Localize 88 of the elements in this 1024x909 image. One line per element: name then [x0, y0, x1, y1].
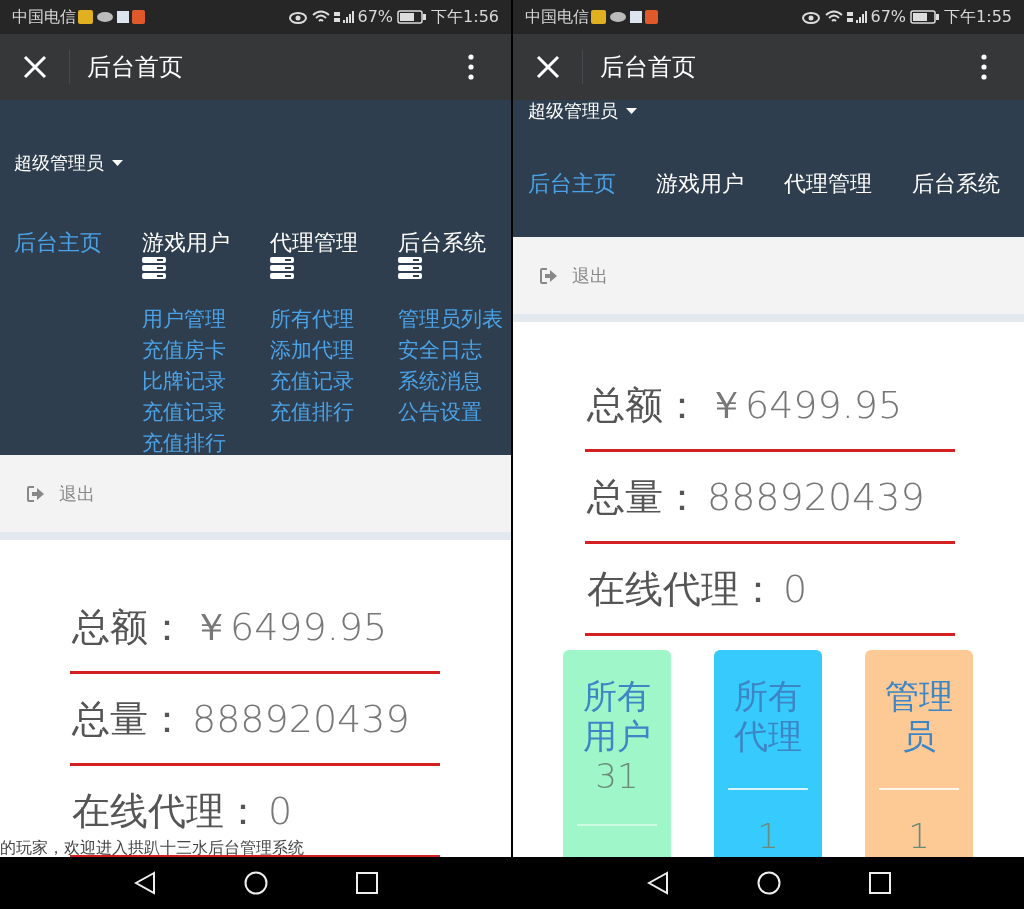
cloud-icon — [97, 12, 113, 22]
nav-tab[interactable]: 后台系统 — [912, 170, 1000, 198]
clock-time: 下午1:55 — [944, 6, 1012, 28]
submenu-link[interactable]: 充值排行 — [142, 428, 270, 459]
close-icon[interactable] — [23, 55, 47, 79]
submenu-link[interactable]: 管理员列表 — [398, 304, 511, 335]
stat-value: ￥6499.95 — [192, 605, 388, 648]
nav-tab[interactable]: 代理管理 — [784, 170, 872, 198]
stat-card[interactable]: 所有代理 1 — [714, 650, 822, 857]
signal-icon — [333, 10, 356, 24]
carrier-name: 中国电信 — [12, 6, 76, 28]
app-icon — [591, 10, 606, 24]
stat-value: 0 — [268, 789, 293, 832]
submenu-link[interactable]: 充值记录 — [142, 397, 270, 428]
logout-icon — [540, 267, 558, 284]
submenu-link[interactable]: 用户管理 — [142, 304, 270, 335]
back-icon[interactable] — [133, 871, 156, 895]
logout-link[interactable]: 退出 — [59, 480, 95, 507]
logout-link[interactable]: 退出 — [572, 262, 608, 289]
clock-time: 下午1:56 — [431, 6, 499, 28]
app-icon — [78, 10, 93, 24]
battery-icon — [910, 10, 941, 24]
eye-icon — [288, 10, 307, 24]
caret-icon — [626, 108, 637, 114]
logout-icon — [27, 485, 45, 502]
nav-tab[interactable]: 游戏用户 — [142, 229, 230, 257]
recents-icon[interactable] — [868, 872, 891, 894]
stat-value: 0 — [783, 567, 808, 610]
submenu-link[interactable]: 安全日志 — [398, 335, 511, 366]
wifi-icon — [311, 10, 330, 24]
stat-value: 888920439 — [707, 475, 925, 518]
eye-icon — [801, 10, 820, 24]
server-icon — [142, 257, 166, 279]
card-title: 管理员 — [884, 676, 954, 756]
back-icon[interactable] — [646, 871, 669, 895]
stat-card[interactable]: 所有用户 31 — [563, 650, 671, 857]
card-count: 1 — [908, 816, 930, 856]
home-icon[interactable] — [756, 871, 781, 895]
wifi-icon — [824, 10, 843, 24]
card-title: 所有代理 — [733, 676, 803, 756]
app-icon — [630, 11, 642, 23]
app-icon — [117, 11, 129, 23]
recents-icon[interactable] — [355, 872, 378, 894]
window-title: 后台首页 — [600, 52, 696, 83]
battery-percent: 67% — [357, 6, 394, 28]
nav-tab[interactable]: 游戏用户 — [656, 170, 744, 198]
close-icon[interactable] — [536, 55, 560, 79]
submenu-link[interactable]: 充值房卡 — [142, 335, 270, 366]
nav-tab[interactable]: 后台主页 — [14, 229, 102, 257]
carrier-name: 中国电信 — [525, 6, 589, 28]
submenu-link[interactable]: 添加代理 — [270, 335, 398, 366]
stat-label: 总量： — [72, 697, 186, 740]
submenu-link[interactable]: 充值排行 — [270, 397, 398, 428]
stat-label: 在线代理： — [72, 789, 262, 832]
user-menu[interactable]: 超级管理员 — [14, 152, 104, 174]
nav-tab[interactable]: 后台系统 — [398, 229, 486, 257]
stat-label: 总额： — [72, 605, 186, 648]
battery-percent: 67% — [870, 6, 907, 28]
cloud-icon — [610, 12, 626, 22]
server-icon — [270, 257, 294, 279]
stat-label: 总量： — [587, 475, 701, 518]
submenu-link[interactable]: 充值记录 — [270, 366, 398, 397]
stat-value: 888920439 — [192, 697, 410, 740]
user-menu[interactable]: 超级管理员 — [528, 100, 618, 122]
card-count: 1 — [757, 816, 779, 856]
card-title: 所有用户 — [582, 676, 652, 756]
stat-label: 在线代理： — [587, 567, 777, 610]
nav-tab[interactable]: 代理管理 — [270, 229, 358, 257]
card-count: 31 — [595, 756, 639, 796]
nav-tab[interactable]: 后台主页 — [528, 170, 616, 198]
more-icon[interactable] — [981, 54, 987, 80]
home-icon[interactable] — [243, 871, 268, 895]
video-app-icon — [132, 10, 145, 24]
video-app-icon — [645, 10, 658, 24]
marquee-text: 的玩家，欢迎进入拱趴十三水后台管理系统 — [0, 838, 304, 857]
battery-icon — [397, 10, 428, 24]
signal-icon — [846, 10, 869, 24]
caret-icon — [112, 160, 123, 166]
stat-value: ￥6499.95 — [707, 383, 903, 426]
submenu-link[interactable]: 比牌记录 — [142, 366, 270, 397]
stat-card[interactable]: 管理员 1 — [865, 650, 973, 857]
stat-label: 总额： — [587, 383, 701, 426]
submenu-link[interactable]: 公告设置 — [398, 397, 511, 428]
server-icon — [398, 257, 422, 279]
submenu-link[interactable]: 系统消息 — [398, 366, 511, 397]
more-icon[interactable] — [468, 54, 474, 80]
submenu-link[interactable]: 所有代理 — [270, 304, 398, 335]
window-title: 后台首页 — [87, 52, 183, 83]
